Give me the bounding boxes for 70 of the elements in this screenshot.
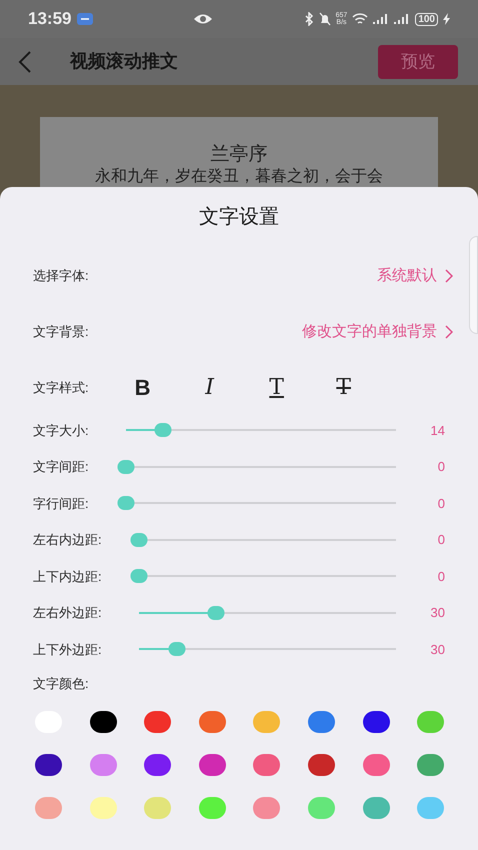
color-swatch[interactable] <box>198 711 226 733</box>
slider-reading: 14 <box>430 422 445 440</box>
color-swatch[interactable] <box>308 797 335 819</box>
text-style-button[interactable]: T <box>256 377 297 399</box>
slider-thumb[interactable] <box>117 460 134 474</box>
charging-icon <box>443 13 450 25</box>
slider-thumb[interactable] <box>168 642 186 656</box>
slider-reading: 0 <box>436 531 445 549</box>
color-swatch[interactable] <box>90 797 117 819</box>
color-swatch[interactable] <box>35 754 62 776</box>
slider-label: 上下内边距: <box>33 568 102 586</box>
color-label: 文字颜色: <box>33 674 90 692</box>
color-swatch[interactable] <box>144 797 172 819</box>
preview-text: 永和九年，岁在癸丑，暮春之初，会于会 <box>95 167 383 187</box>
slider-label: 左右内边距: <box>33 531 102 549</box>
slider-label: 文字间距: <box>33 458 89 476</box>
color-swatch[interactable] <box>253 711 280 733</box>
color-swatch[interactable] <box>35 797 62 819</box>
slider-reading: 0 <box>436 458 445 476</box>
slider-reading: 30 <box>430 604 445 622</box>
color-swatch[interactable] <box>308 711 335 733</box>
slider-label: 字行间距: <box>33 494 89 512</box>
slider-thumb[interactable] <box>130 569 148 584</box>
color-swatch[interactable] <box>362 711 390 733</box>
side-handle[interactable] <box>469 236 478 334</box>
signal-icon <box>394 13 410 25</box>
wifi-icon <box>352 13 368 25</box>
slider-label: 左右外边距: <box>33 604 102 622</box>
slider-reading: 0 <box>436 568 445 586</box>
slider-thumb[interactable] <box>154 423 172 438</box>
color-swatch[interactable] <box>144 754 172 776</box>
bluetooth-icon <box>304 12 314 26</box>
signal-icon <box>373 13 390 25</box>
slider-label: 文字大小: <box>33 422 89 440</box>
preview-title: 兰亭序 <box>210 143 268 167</box>
color-swatch[interactable] <box>144 711 172 733</box>
color-swatch[interactable] <box>198 754 226 776</box>
color-swatch[interactable] <box>198 797 226 819</box>
color-swatch[interactable] <box>253 754 280 776</box>
color-swatch[interactable] <box>308 754 335 776</box>
slider-reading: 30 <box>430 640 445 658</box>
color-swatch[interactable] <box>362 797 390 819</box>
text-style-button[interactable]: B <box>122 377 163 399</box>
color-swatch[interactable] <box>417 754 444 776</box>
battery-level: 100 <box>415 12 438 26</box>
color-swatch[interactable] <box>90 754 117 776</box>
option-label: 文字背景: <box>33 323 89 342</box>
slider-thumb[interactable] <box>117 496 134 510</box>
slider-label: 上下外边距: <box>33 640 102 658</box>
mute-bell-icon <box>318 12 331 26</box>
color-swatch[interactable] <box>253 797 280 819</box>
chevron-right-icon <box>445 269 453 283</box>
status-time: 13:59 <box>28 8 72 30</box>
color-swatch[interactable] <box>417 711 444 733</box>
text-style-button[interactable]: I <box>190 377 230 399</box>
color-swatch[interactable] <box>417 797 444 819</box>
style-label: 文字样式: <box>33 379 89 398</box>
app-notification-icon <box>77 13 94 25</box>
slider-reading: 0 <box>436 494 445 512</box>
page-title: 视频滚动推文 <box>70 50 178 73</box>
color-swatch[interactable] <box>362 754 390 776</box>
text-style-button[interactable]: T <box>324 377 364 399</box>
eye-icon <box>193 13 214 25</box>
back-icon[interactable] <box>18 50 32 72</box>
slider-thumb[interactable] <box>207 606 224 620</box>
sheet-title: 文字设置 <box>199 205 279 230</box>
option-label: 选择字体: <box>33 267 89 286</box>
color-swatch[interactable] <box>90 711 117 733</box>
slider-thumb[interactable] <box>130 532 148 547</box>
chevron-right-icon <box>445 325 453 339</box>
